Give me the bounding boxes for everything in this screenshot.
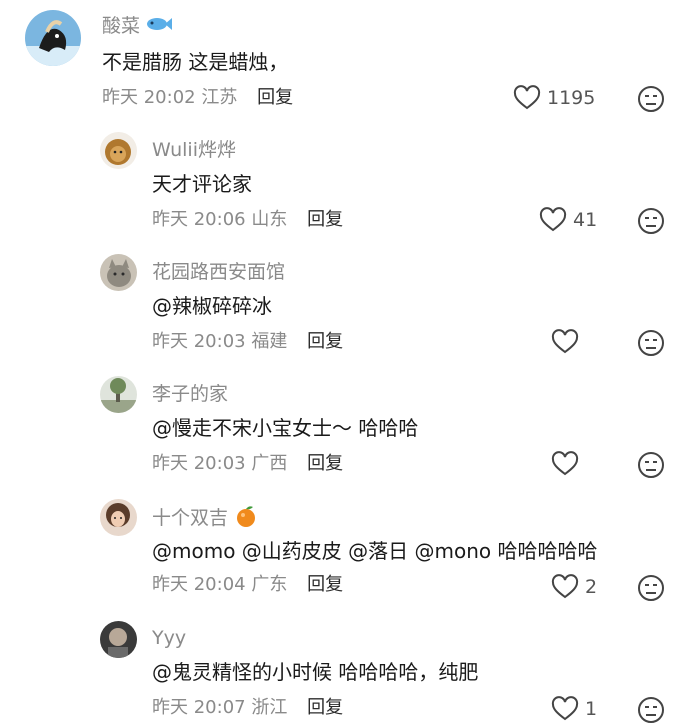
reply-item: 十个双吉 @momo @山药皮皮 @落日 @mono 哈哈哈哈哈 昨天 20:0… (0, 492, 690, 612)
comment-text: @辣椒碎碎冰 (152, 294, 272, 318)
dislike-button[interactable] (637, 207, 665, 235)
timestamp: 昨天 20:07 (152, 697, 246, 718)
username[interactable]: Wulii烨烨 (152, 139, 236, 161)
timestamp: 昨天 20:06 (152, 209, 246, 230)
like-count: 41 (573, 209, 598, 231)
avatar[interactable] (100, 499, 137, 536)
username[interactable]: 李子的家 (152, 383, 228, 405)
reply-button[interactable]: 回复 (307, 574, 343, 595)
location: 广东 (251, 574, 288, 595)
comment-item: 酸菜 不是腊肠 这是蜡烛， 昨天 20:02 江苏 回复 1195 (0, 0, 690, 120)
heart-icon (551, 451, 579, 476)
timestamp: 昨天 20:03 (152, 453, 246, 474)
comment-text: @慢走不宋小宝女士～ 哈哈哈 (152, 416, 419, 440)
dislike-button[interactable] (637, 85, 665, 113)
reply-button[interactable]: 回复 (257, 87, 293, 108)
unhappy-face-icon (638, 330, 664, 356)
location: 山东 (251, 209, 288, 230)
username[interactable]: 酸菜 (102, 15, 173, 38)
avatar[interactable] (100, 376, 137, 413)
heart-icon (513, 85, 541, 110)
heart-icon (539, 207, 567, 232)
location: 福建 (251, 331, 288, 352)
timestamp: 昨天 20:03 (152, 331, 246, 352)
username[interactable]: Yyy (152, 627, 186, 649)
heart-icon (551, 574, 579, 599)
reply-button[interactable]: 回复 (307, 697, 343, 718)
unhappy-face-icon (638, 208, 664, 234)
location: 江苏 (201, 87, 238, 108)
reply-button[interactable]: 回复 (307, 331, 343, 352)
username[interactable]: 花园路西安面馆 (152, 261, 285, 283)
like-button[interactable]: 2 (551, 574, 597, 600)
orange-icon (234, 504, 258, 533)
reply-item: 花园路西安面馆 @辣椒碎碎冰 昨天 20:03 福建 回复 (0, 247, 690, 367)
heart-icon (551, 696, 579, 721)
comment-text: @momo @山药皮皮 @落日 @mono 哈哈哈哈哈 (152, 539, 598, 563)
unhappy-face-icon (638, 575, 664, 601)
avatar[interactable] (25, 10, 81, 66)
like-button[interactable]: 1 (551, 696, 597, 722)
dislike-button[interactable] (637, 451, 665, 479)
avatar[interactable] (100, 621, 137, 658)
comment-text: 天才评论家 (152, 172, 252, 196)
reply-button[interactable]: 回复 (307, 209, 343, 230)
unhappy-face-icon (638, 452, 664, 478)
fish-icon (146, 15, 173, 38)
reply-item: Wulii烨烨 天才评论家 昨天 20:06 山东 回复 41 (0, 125, 690, 245)
avatar[interactable] (100, 254, 137, 291)
comment-meta: 昨天 20:03 福建 回复 (152, 331, 343, 353)
reply-item: 李子的家 @慢走不宋小宝女士～ 哈哈哈 昨天 20:03 广西 回复 (0, 369, 690, 489)
comment-meta: 昨天 20:02 江苏 回复 (102, 87, 293, 109)
like-count: 1195 (547, 87, 596, 109)
dislike-button[interactable] (637, 574, 665, 602)
like-button[interactable] (551, 451, 585, 477)
reply-item: Yyy @鬼灵精怪的小时候 哈哈哈哈，纯肥 昨天 20:07 浙江 回复 1 (0, 615, 690, 723)
username[interactable]: 十个双吉 (152, 504, 258, 533)
timestamp: 昨天 20:04 (152, 574, 246, 595)
comment-meta: 昨天 20:06 山东 回复 (152, 209, 343, 231)
comment-text: @鬼灵精怪的小时候 哈哈哈哈，纯肥 (152, 660, 479, 684)
unhappy-face-icon (638, 86, 664, 112)
comment-text: 不是腊肠 这是蜡烛， (102, 50, 289, 74)
like-count: 1 (585, 698, 598, 720)
avatar[interactable] (100, 132, 137, 169)
dislike-button[interactable] (637, 329, 665, 357)
like-count: 2 (585, 576, 598, 598)
location: 浙江 (251, 697, 288, 718)
comment-meta: 昨天 20:03 广西 回复 (152, 453, 343, 475)
location: 广西 (251, 453, 288, 474)
reply-button[interactable]: 回复 (307, 453, 343, 474)
comment-meta: 昨天 20:04 广东 回复 (152, 574, 343, 596)
like-button[interactable]: 41 (539, 207, 597, 233)
like-button[interactable]: 1195 (513, 85, 595, 111)
heart-icon (551, 329, 579, 354)
like-button[interactable] (551, 329, 585, 355)
timestamp: 昨天 20:02 (102, 87, 196, 108)
comment-meta: 昨天 20:07 浙江 回复 (152, 697, 343, 719)
